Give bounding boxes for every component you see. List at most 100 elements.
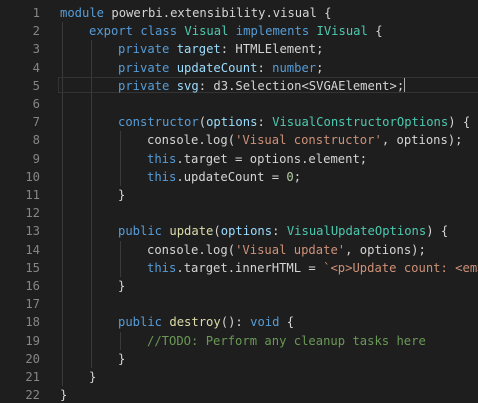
code-text: this.target = options.element;	[147, 150, 367, 168]
line-number: 8	[32, 133, 40, 148]
line-number: 15	[25, 260, 40, 275]
line-number: 22	[25, 388, 40, 403]
line-number: 16	[25, 279, 40, 293]
code-token: :	[257, 60, 273, 75]
code-token: destroy	[169, 315, 221, 330]
code-line[interactable]: 20}	[0, 350, 478, 368]
code-text: console.log('Visual constructor', option…	[147, 131, 463, 149]
code-token: }	[60, 388, 68, 403]
code-token: .target.innerHTML =	[176, 260, 324, 275]
code-text: }	[118, 186, 125, 204]
code-token: ) {	[448, 115, 471, 130]
code-line[interactable]: 9 this.target = options.element;	[0, 150, 478, 168]
line-number: 9	[32, 151, 40, 166]
line-number: 12	[25, 206, 40, 221]
line-number: 18	[25, 315, 40, 330]
code-line[interactable]: 16}	[0, 277, 478, 295]
code-text: }	[89, 368, 96, 386]
code-token: class	[140, 24, 178, 39]
code-token: }	[118, 279, 126, 293]
code-token: Visual	[184, 24, 229, 39]
line-number: 6	[32, 97, 40, 111]
line-number: 19	[25, 333, 40, 348]
code-text: }	[118, 277, 125, 295]
code-line[interactable]: 13 public update(options: VisualUpdateOpt…	[0, 222, 478, 240]
code-token: , options);	[381, 133, 463, 148]
code-token: public	[118, 315, 163, 330]
code-token: //TODO: Perform any cleanup tasks here	[147, 333, 426, 348]
code-line[interactable]: 1 module powerbi.extensibility.visual {	[0, 4, 478, 22]
code-line[interactable]: 14 console.log('Visual update', options);	[0, 241, 478, 259]
line-number: 21	[25, 370, 40, 384]
code-token: number	[272, 60, 317, 75]
code-text: }	[118, 350, 125, 368]
code-line[interactable]: 19 //TODO: Perform any cleanup tasks here	[0, 332, 478, 350]
code-line[interactable]: 7 constructor(options: VisualConstructorO…	[0, 113, 478, 131]
text-cursor	[404, 77, 406, 92]
code-token: }	[118, 188, 126, 202]
code-line[interactable]: 10 this.updateCount = 0;	[0, 168, 478, 186]
code-line[interactable]: 18 public destroy(): void {	[0, 313, 478, 331]
line-number: 17	[25, 297, 40, 312]
code-token: private	[118, 60, 170, 75]
code-line[interactable]: 17	[0, 295, 478, 313]
code-token: {	[367, 24, 383, 39]
code-token: void	[250, 315, 280, 330]
code-token: {	[279, 315, 295, 330]
line-number: 13	[25, 224, 40, 239]
code-token: : d3.Selection<SVGAElement>;	[198, 78, 405, 93]
code-token: implements	[235, 24, 310, 39]
code-line[interactable]: 6	[0, 95, 478, 113]
line-number: 5	[32, 78, 40, 93]
code-text: private svg: d3.Selection<SVGAElement>;	[118, 77, 406, 95]
code-editor[interactable]: 1 module powerbi.extensibility.visual { 2 e…	[0, 0, 478, 403]
code-line[interactable]: 15 this.target.innerHTML = `<p>Update cou…	[0, 259, 478, 277]
code-token: (	[213, 224, 221, 239]
code-token: ;	[293, 169, 302, 184]
code-token: this	[147, 151, 177, 166]
code-token: console.log(	[147, 133, 236, 148]
line-number: 4	[32, 60, 40, 75]
code-token: private	[118, 42, 170, 57]
code-line[interactable]: 2 export class Visual implements IVisual …	[0, 22, 478, 40]
code-token: public	[118, 224, 163, 239]
code-token: ():	[220, 315, 251, 330]
code-line[interactable]: 21}	[0, 368, 478, 386]
code-token: this	[147, 169, 177, 184]
code-token: .target = options.element;	[176, 151, 368, 166]
code-token: 'Visual constructor'	[235, 133, 382, 148]
code-line[interactable]: 11}	[0, 186, 478, 204]
line-number: 20	[25, 351, 40, 366]
line-number: 3	[32, 42, 40, 57]
code-token: ;	[316, 60, 324, 75]
code-token: }	[118, 351, 126, 366]
code-text: export class Visual implements IVisual {	[89, 22, 383, 40]
code-token: IVisual	[316, 24, 368, 39]
code-text: constructor(options: VisualConstructorOp…	[118, 113, 470, 131]
code-text: public update(options: VisualUpdateOptio…	[118, 222, 448, 240]
line-number: 2	[32, 24, 40, 39]
code-line[interactable]: 22}	[0, 386, 478, 403]
code-line[interactable]: 4 private updateCount: number;	[0, 59, 478, 77]
code-token: private	[118, 78, 170, 93]
line-number: 7	[32, 115, 40, 130]
code-text: private updateCount: number;	[118, 59, 324, 77]
code-text: }	[60, 386, 67, 403]
code-token: }	[89, 370, 97, 384]
code-token: `<p>Update count: <em>	[323, 260, 478, 275]
code-token: : HTMLElement;	[220, 42, 324, 57]
code-token: (	[198, 115, 207, 130]
code-token: :	[257, 115, 273, 130]
line-number: 11	[25, 188, 40, 202]
code-token: :	[272, 224, 287, 239]
code-token: updateCount	[176, 60, 258, 75]
code-line[interactable]: 8 console.log('Visual constructor', optio…	[0, 131, 478, 149]
code-line[interactable]: 3 private target: HTMLElement;	[0, 40, 478, 58]
code-text: public destroy(): void {	[118, 313, 294, 331]
code-line[interactable]: 12	[0, 204, 478, 222]
code-line[interactable]: 5 private svg: d3.Selection<SVGAElement>;	[0, 76, 478, 95]
code-token: options	[206, 115, 258, 130]
